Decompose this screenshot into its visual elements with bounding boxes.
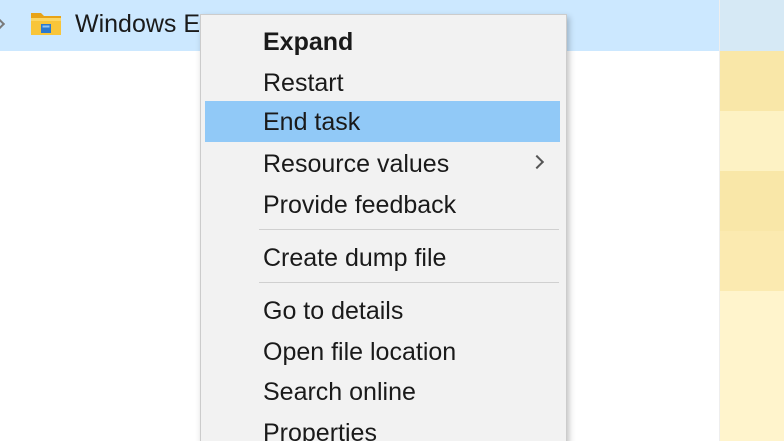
file-explorer-folder-icon bbox=[31, 13, 61, 35]
menu-item-label: Create dump file bbox=[263, 244, 447, 272]
value-cell bbox=[720, 111, 784, 171]
value-cell bbox=[720, 231, 784, 291]
menu-item-end-task[interactable]: End task bbox=[205, 101, 560, 142]
menu-item-resource-values[interactable]: Resource values bbox=[205, 143, 560, 184]
menu-item-label: Open file location bbox=[263, 338, 457, 366]
menu-item-label: Resource values bbox=[263, 150, 450, 178]
chevron-right-icon bbox=[529, 154, 545, 170]
expand-chevron-icon[interactable] bbox=[0, 17, 6, 31]
context-menu: Expand Restart End task Resource values … bbox=[200, 14, 567, 441]
menu-item-expand[interactable]: Expand bbox=[205, 21, 560, 62]
menu-item-restart[interactable]: Restart bbox=[205, 62, 560, 103]
task-manager-view: Windows E Expand Restart End task Resour… bbox=[0, 0, 784, 441]
menu-item-create-dump-file[interactable]: Create dump file bbox=[205, 237, 560, 278]
menu-separator bbox=[259, 282, 559, 283]
value-cell bbox=[720, 291, 784, 441]
value-cell bbox=[720, 171, 784, 231]
value-cell bbox=[720, 51, 784, 111]
menu-item-properties[interactable]: Properties bbox=[205, 412, 560, 441]
value-cell-selected bbox=[720, 0, 784, 51]
menu-item-label: Provide feedback bbox=[263, 191, 457, 219]
process-name: Windows E bbox=[75, 10, 201, 38]
menu-item-provide-feedback[interactable]: Provide feedback bbox=[205, 184, 560, 225]
menu-item-go-to-details[interactable]: Go to details bbox=[205, 290, 560, 331]
menu-item-open-file-location[interactable]: Open file location bbox=[205, 331, 560, 372]
menu-item-search-online[interactable]: Search online bbox=[205, 371, 560, 412]
menu-separator bbox=[259, 229, 559, 230]
menu-item-label: Go to details bbox=[263, 297, 404, 325]
menu-item-label: End task bbox=[263, 108, 361, 136]
menu-item-label: Restart bbox=[263, 69, 344, 97]
menu-item-label: Properties bbox=[263, 419, 377, 441]
resource-value-column bbox=[719, 0, 784, 441]
menu-item-label: Search online bbox=[263, 378, 416, 406]
menu-item-label: Expand bbox=[263, 28, 354, 56]
